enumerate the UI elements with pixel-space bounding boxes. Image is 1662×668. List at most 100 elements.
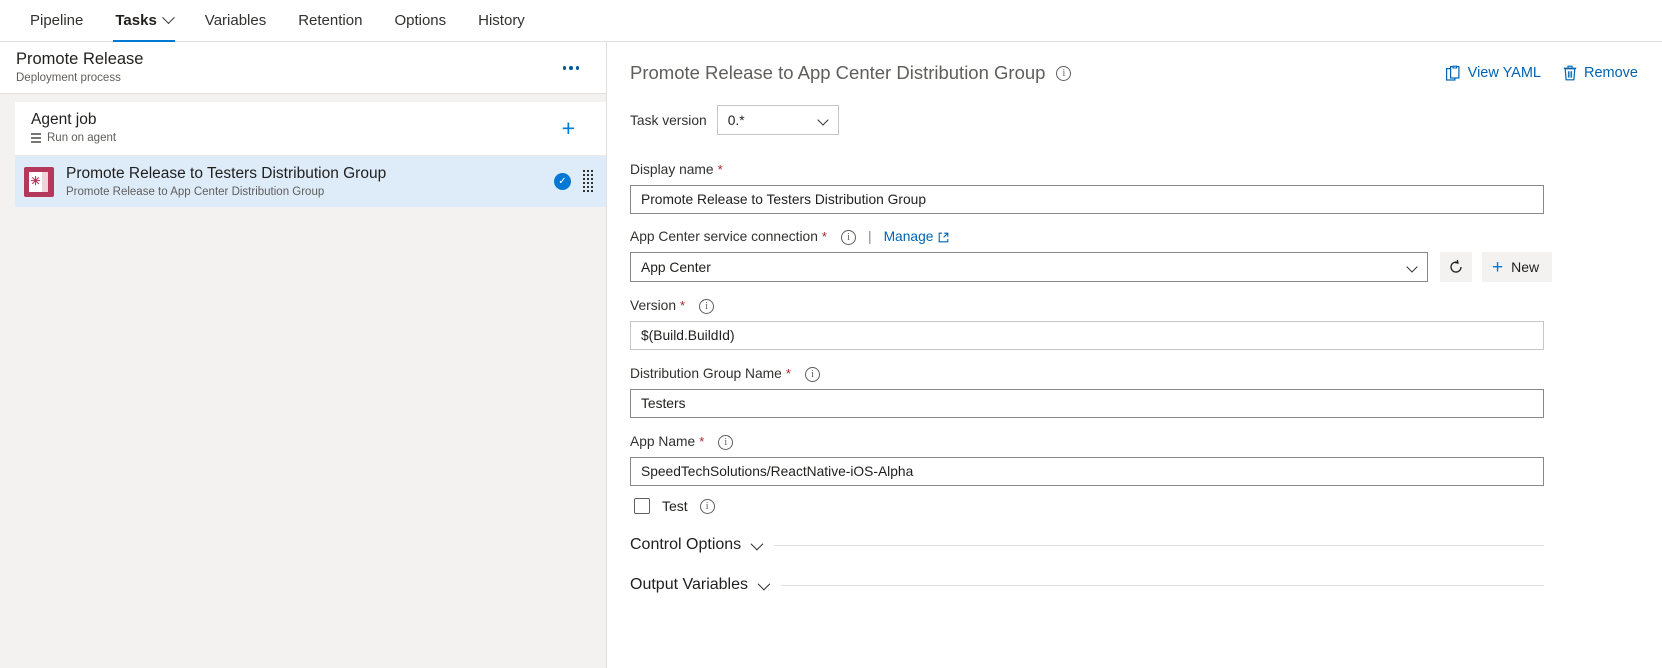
drag-handle-icon[interactable] — [583, 170, 593, 194]
info-icon[interactable]: i — [718, 434, 734, 450]
distribution-group-input[interactable]: Testers — [630, 389, 1544, 418]
info-icon[interactable]: i — [699, 498, 715, 514]
refresh-button[interactable] — [1440, 252, 1472, 282]
task-version-select[interactable]: 0.* — [716, 105, 839, 135]
pipeline-tasks-pane: Promote Release Deployment process Agent… — [0, 42, 607, 668]
external-link-icon — [939, 232, 949, 242]
tab-tasks-label: Tasks — [115, 12, 157, 29]
deployment-process-header[interactable]: Promote Release Deployment process — [0, 42, 606, 94]
tab-options[interactable]: Options — [378, 0, 462, 41]
tab-pipeline[interactable]: Pipeline — [14, 0, 99, 41]
distribution-group-label: Distribution Group Name * i — [630, 365, 1662, 383]
task-details-actions: View YAML Remove — [1445, 65, 1662, 82]
field-distribution-group: Distribution Group Name * i Testers — [630, 365, 1662, 418]
add-task-button[interactable]: + — [562, 117, 575, 140]
grip-dot — [591, 178, 593, 180]
page-title: Promote Release — [16, 50, 144, 68]
distribution-group-label-text: Distribution Group Name — [630, 366, 782, 381]
task-version-row: Task version 0.* — [630, 105, 1662, 135]
grip-dot — [591, 186, 593, 188]
remove-button[interactable]: Remove — [1563, 65, 1638, 81]
agent-job-subtitle-label: Run on agent — [47, 132, 117, 144]
field-service-connection: App Center service connection * i | Mana… — [630, 228, 1662, 282]
divider — [781, 584, 1544, 586]
task-editor-page: Pipeline Tasks Variables Retention Optio… — [0, 0, 1662, 668]
agent-job-group: Agent job Run on agent + ✳ Promote Relea… — [0, 102, 606, 207]
task-list-item-subtitle: Promote Release to App Center Distributi… — [66, 186, 325, 198]
info-icon[interactable]: i — [840, 229, 856, 245]
grip-dot — [583, 186, 585, 188]
tab-options-label: Options — [394, 12, 447, 29]
tab-pipeline-label: Pipeline — [30, 12, 84, 29]
grip-dot — [591, 182, 593, 184]
required-marker: * — [785, 366, 791, 381]
version-label-text: Version — [630, 298, 677, 313]
chevron-down-icon — [750, 537, 764, 550]
app-name-value: SpeedTechSolutions/ReactNative-iOS-Alpha — [641, 464, 914, 479]
more-options-icon[interactable] — [558, 59, 584, 77]
test-checkbox[interactable] — [634, 498, 650, 514]
task-version-label: Task version — [630, 112, 707, 128]
grip-dot — [583, 170, 585, 172]
service-connection-label-text: App Center service connection — [630, 229, 818, 244]
display-name-label-text: Display name — [630, 162, 714, 177]
manage-link-label: Manage — [883, 229, 934, 244]
pipeline-tab-bar: Pipeline Tasks Variables Retention Optio… — [0, 0, 1662, 42]
app-name-input[interactable]: SpeedTechSolutions/ReactNative-iOS-Alpha — [630, 457, 1544, 486]
tab-tasks[interactable]: Tasks — [99, 0, 188, 42]
version-input[interactable]: $(Build.BuildId) — [630, 321, 1544, 350]
trash-icon — [1563, 65, 1577, 81]
task-list-item-promote-release[interactable]: ✳ Promote Release to Testers Distributio… — [15, 156, 606, 207]
section-output-variables[interactable]: Output Variables — [630, 576, 1544, 594]
app-center-icon-fold — [42, 171, 48, 192]
chevron-down-icon — [161, 11, 175, 25]
tab-variables[interactable]: Variables — [189, 0, 282, 41]
required-marker: * — [699, 434, 705, 449]
chevron-down-icon — [817, 114, 829, 126]
manage-link[interactable]: Manage — [884, 228, 950, 246]
test-checkbox-row: Test i — [630, 498, 1662, 514]
new-service-connection-button[interactable]: + New — [1482, 252, 1553, 282]
separator: | — [867, 229, 872, 244]
remove-label: Remove — [1584, 65, 1638, 81]
grip-dot — [587, 182, 589, 184]
grip-dot — [591, 170, 593, 172]
info-icon[interactable]: i — [804, 366, 820, 382]
agent-job-title: Agent job — [31, 111, 97, 128]
app-name-label-text: App Name — [630, 434, 696, 449]
view-yaml-button[interactable]: View YAML — [1445, 65, 1541, 82]
agent-job-subtitle: Run on agent — [31, 131, 606, 145]
task-list-item-text: Promote Release to Testers Distribution … — [66, 164, 386, 199]
chevron-down-icon — [1406, 261, 1418, 273]
required-marker: * — [821, 229, 827, 244]
display-name-label: Display name * — [630, 161, 1662, 179]
service-connection-label: App Center service connection * i | Mana… — [630, 228, 1662, 246]
service-connection-row: App Center + New — [630, 252, 1662, 282]
tab-history-label: History — [478, 12, 525, 29]
dot — [562, 66, 567, 70]
task-details-pane: Promote Release to App Center Distributi… — [608, 42, 1662, 668]
dot — [569, 66, 573, 70]
chevron-down-icon — [757, 577, 771, 590]
tab-retention-label: Retention — [298, 12, 363, 29]
display-name-value: Promote Release to Testers Distribution … — [641, 192, 927, 207]
info-icon[interactable]: i — [699, 298, 715, 314]
section-control-options[interactable]: Control Options — [630, 536, 1544, 554]
agent-icon — [31, 133, 41, 143]
divider — [774, 544, 1544, 546]
tab-retention[interactable]: Retention — [282, 0, 378, 41]
tab-history[interactable]: History — [462, 0, 541, 41]
refresh-icon — [1450, 259, 1462, 273]
field-app-name: App Name * i SpeedTechSolutions/ReactNat… — [630, 433, 1662, 486]
info-icon[interactable]: i — [1056, 66, 1072, 81]
app-name-label: App Name * i — [630, 433, 1662, 451]
grip-dot — [591, 190, 593, 192]
control-options-label: Control Options — [630, 536, 742, 553]
service-connection-select[interactable]: App Center — [630, 252, 1428, 282]
version-label: Version * i — [630, 297, 1662, 315]
version-value: $(Build.BuildId) — [641, 328, 735, 343]
display-name-input[interactable]: Promote Release to Testers Distribution … — [630, 185, 1544, 214]
dot — [575, 66, 580, 70]
agent-job-card[interactable]: Agent job Run on agent + — [15, 102, 606, 156]
app-center-icon: ✳ — [24, 166, 54, 197]
